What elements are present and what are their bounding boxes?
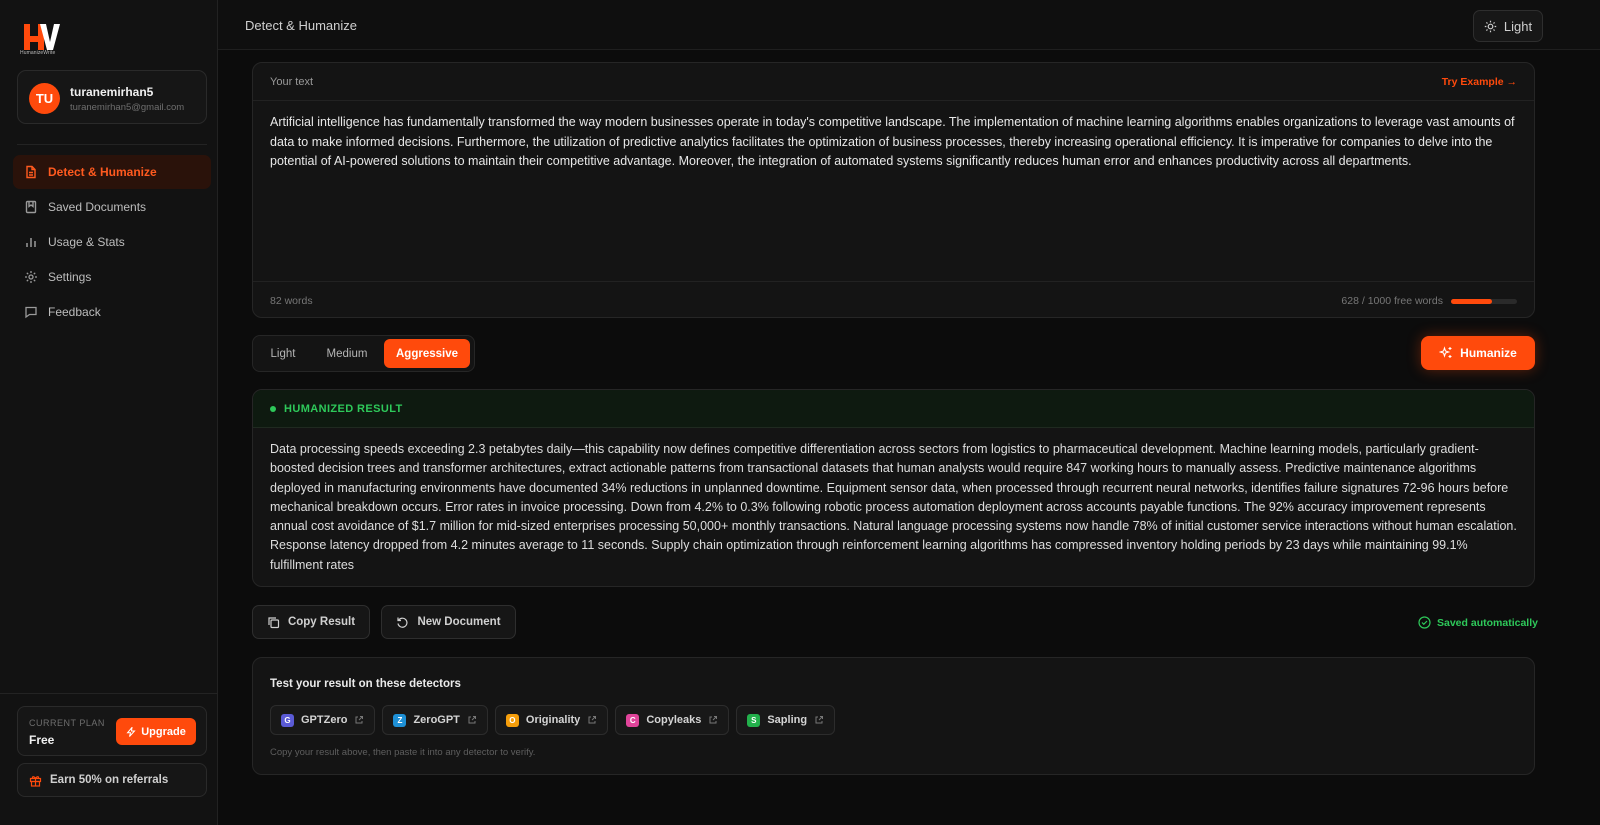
detector-sapling-link[interactable]: S Sapling (736, 705, 836, 735)
external-link-icon (468, 716, 476, 724)
sidebar-item-saved-documents[interactable]: Saved Documents (13, 190, 211, 224)
result-text[interactable]: Data processing speeds exceeding 2.3 pet… (270, 440, 1522, 575)
avatar: TU (29, 83, 60, 114)
quota-progress-fill (1451, 299, 1493, 304)
external-link-icon (709, 716, 718, 724)
input-card-header: Your text Try Example → (253, 63, 1534, 101)
detectors-card: Test your result on these detectors G GP… (252, 657, 1535, 775)
mode-light-button[interactable]: Light (256, 339, 310, 368)
detectors-list: G GPTZero Z ZeroGPT O Originality C Copy… (270, 705, 836, 735)
sidebar-item-label: Settings (48, 270, 92, 284)
result-card-header: HUMANIZED RESULT (253, 390, 1534, 428)
gift-icon (29, 775, 42, 787)
detector-name: Originality (525, 714, 581, 726)
sidebar-divider (17, 144, 207, 145)
document-icon (26, 165, 36, 179)
external-link-icon (355, 716, 364, 724)
sidebar: HumanizeWrite TU turanemirhan5 turanemir… (0, 0, 218, 825)
refresh-icon (397, 617, 408, 628)
result-label: HUMANIZED RESULT (284, 403, 403, 415)
upgrade-label: Upgrade (141, 725, 186, 738)
quota-text: 628 / 1000 free words (1341, 295, 1443, 307)
detectors-title: Test your result on these detectors (270, 678, 461, 690)
word-count: 82 words (270, 295, 313, 307)
referral-label: Earn 50% on referrals (50, 774, 169, 786)
sidebar-item-settings[interactable]: Settings (13, 260, 211, 294)
humanize-mode-selector: Light Medium Aggressive (252, 335, 475, 372)
sidebar-item-label: Saved Documents (48, 200, 147, 214)
detector-gptzero-link[interactable]: G GPTZero (270, 705, 376, 735)
sidebar-nav: Detect & Humanize Saved Documents Usage … (13, 155, 211, 330)
detector-badge: G (281, 713, 294, 727)
sun-icon (1484, 20, 1497, 32)
bookmark-icon (25, 200, 37, 214)
sidebar-item-label: Detect & Humanize (48, 165, 157, 179)
new-document-label: New Document (417, 616, 501, 628)
sparkles-icon (1439, 346, 1452, 358)
saved-label: Saved automatically (1437, 616, 1538, 629)
detector-originality-link[interactable]: O Originality (494, 705, 609, 735)
copy-result-button[interactable]: Copy Result (252, 605, 370, 639)
status-dot (270, 406, 276, 412)
gear-icon (25, 271, 37, 283)
sidebar-item-label: Usage & Stats (48, 235, 125, 249)
scrollbar[interactable] (1548, 50, 1562, 825)
referral-link[interactable]: Earn 50% on referrals (17, 763, 207, 797)
message-icon (25, 306, 37, 319)
sidebar-item-label: Feedback (48, 305, 101, 319)
copy-result-label: Copy Result (287, 616, 356, 628)
check-circle-icon (1418, 616, 1431, 629)
bar-chart-icon (26, 238, 36, 247)
input-card: Your text Try Example → Artificial intel… (252, 62, 1535, 318)
copy-icon (268, 616, 280, 628)
input-card-footer: 82 words 628 / 1000 free words (253, 281, 1534, 318)
external-link-icon (588, 716, 597, 724)
detector-name: ZeroGPT (413, 714, 460, 726)
mode-aggressive-button[interactable]: Aggressive (384, 339, 470, 368)
saved-status: Saved automatically (1418, 616, 1538, 629)
sidebar-item-detect-humanize[interactable]: Detect & Humanize (13, 155, 211, 189)
page-title: Detect & Humanize (245, 18, 357, 33)
humanize-button[interactable]: Humanize (1421, 336, 1535, 370)
brand-logo-text: HumanizeWrite (20, 50, 56, 56)
external-link-icon (815, 716, 824, 724)
plan-value: Free (29, 733, 55, 747)
input-textarea[interactable]: Artificial intelligence has fundamentall… (270, 113, 1522, 172)
input-label: Your text (270, 76, 314, 88)
detector-name: GPTZero (301, 714, 348, 726)
result-card: HUMANIZED RESULT Data processing speeds … (252, 389, 1535, 587)
detector-badge: O (505, 713, 519, 727)
user-email: turanemirhan5@gmail.com (70, 102, 185, 113)
sidebar-item-feedback[interactable]: Feedback (13, 295, 211, 329)
detector-badge: Z (393, 713, 407, 727)
sidebar-bottom-divider (0, 693, 218, 694)
quota-progress-bar (1451, 299, 1517, 304)
detectors-hint: Copy your result above, then paste it in… (270, 747, 536, 758)
plan-label: CURRENT PLAN (29, 718, 105, 728)
current-plan-card: CURRENT PLAN Free Upgrade (17, 706, 207, 756)
humanize-label: Humanize (1460, 346, 1517, 360)
sidebar-item-usage-stats[interactable]: Usage & Stats (13, 225, 211, 259)
lightning-icon (126, 726, 136, 737)
detector-zerogpt-link[interactable]: Z ZeroGPT (382, 705, 488, 735)
detector-copyleaks-link[interactable]: C Copyleaks (615, 705, 730, 735)
try-example-link[interactable]: Try Example → (1442, 76, 1517, 88)
detector-badge: S (747, 713, 761, 727)
detector-badge: C (626, 713, 640, 727)
new-document-button[interactable]: New Document (381, 605, 516, 639)
theme-toggle-button[interactable]: Light (1473, 10, 1543, 42)
user-card[interactable]: TU turanemirhan5 turanemirhan5@gmail.com (17, 70, 207, 124)
mode-medium-button[interactable]: Medium (310, 339, 384, 368)
user-name: turanemirhan5 (70, 85, 154, 99)
upgrade-button[interactable]: Upgrade (116, 718, 196, 745)
theme-label: Light (1503, 18, 1533, 34)
detector-name: Sapling (767, 714, 808, 726)
detector-name: Copyleaks (646, 714, 702, 726)
top-header: Detect & Humanize Light (218, 0, 1600, 50)
